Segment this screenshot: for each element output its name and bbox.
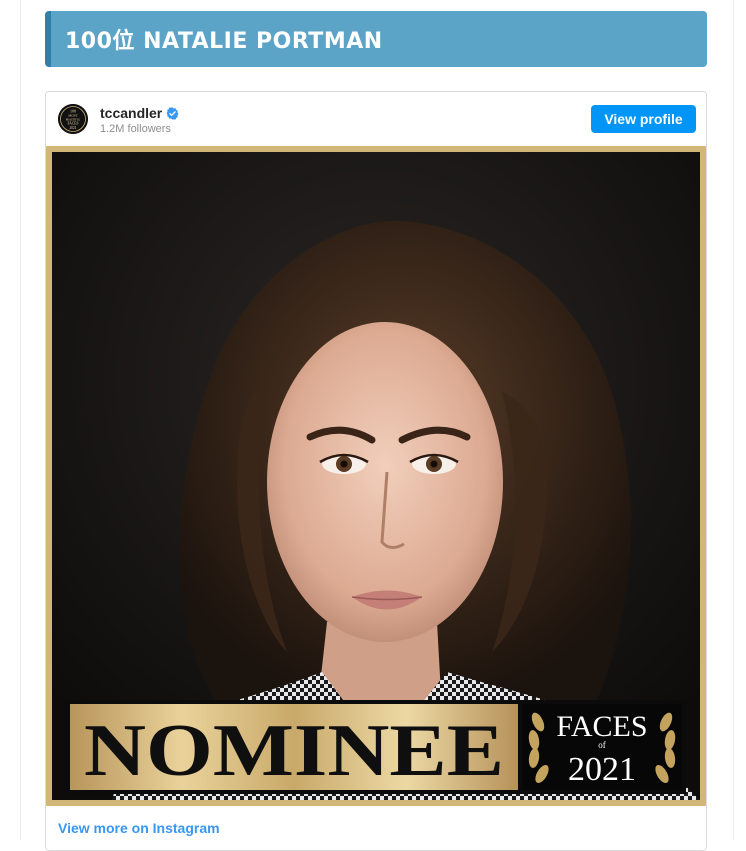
rank-title: 100位 NATALIE PORTMAN bbox=[65, 29, 383, 54]
view-profile-button[interactable]: View profile bbox=[591, 105, 696, 133]
portrait-image: NOMINEE FACES of 2021 bbox=[52, 152, 700, 800]
view-more-link[interactable]: View more on Instagram bbox=[58, 820, 220, 836]
rank-banner: 100位 NATALIE PORTMAN bbox=[45, 11, 707, 67]
faces-text: FACES bbox=[556, 710, 647, 743]
svg-text:FACES: FACES bbox=[68, 122, 79, 126]
year-text: 2021 bbox=[568, 751, 636, 788]
post-image[interactable]: NOMINEE FACES of 2021 bbox=[52, 152, 700, 800]
username-row: tccandler bbox=[100, 105, 179, 121]
svg-text:MOST: MOST bbox=[68, 114, 78, 118]
username[interactable]: tccandler bbox=[100, 105, 162, 121]
follower-count: 1.2M followers bbox=[100, 123, 171, 135]
instagram-embed: 100 MOST BEAUTIFUL FACES 2021 tccandler … bbox=[45, 91, 707, 851]
avatar[interactable]: 100 MOST BEAUTIFUL FACES 2021 bbox=[58, 104, 88, 134]
embed-header: 100 MOST BEAUTIFUL FACES 2021 tccandler … bbox=[46, 92, 706, 147]
post-image-frame: NOMINEE FACES of 2021 bbox=[46, 146, 706, 806]
nominee-text: NOMINEE bbox=[84, 710, 504, 792]
verified-badge-icon bbox=[166, 106, 179, 120]
svg-text:2021: 2021 bbox=[69, 126, 76, 130]
avatar-logo-icon: 100 MOST BEAUTIFUL FACES 2021 bbox=[58, 104, 88, 134]
of-text: of bbox=[598, 740, 606, 750]
